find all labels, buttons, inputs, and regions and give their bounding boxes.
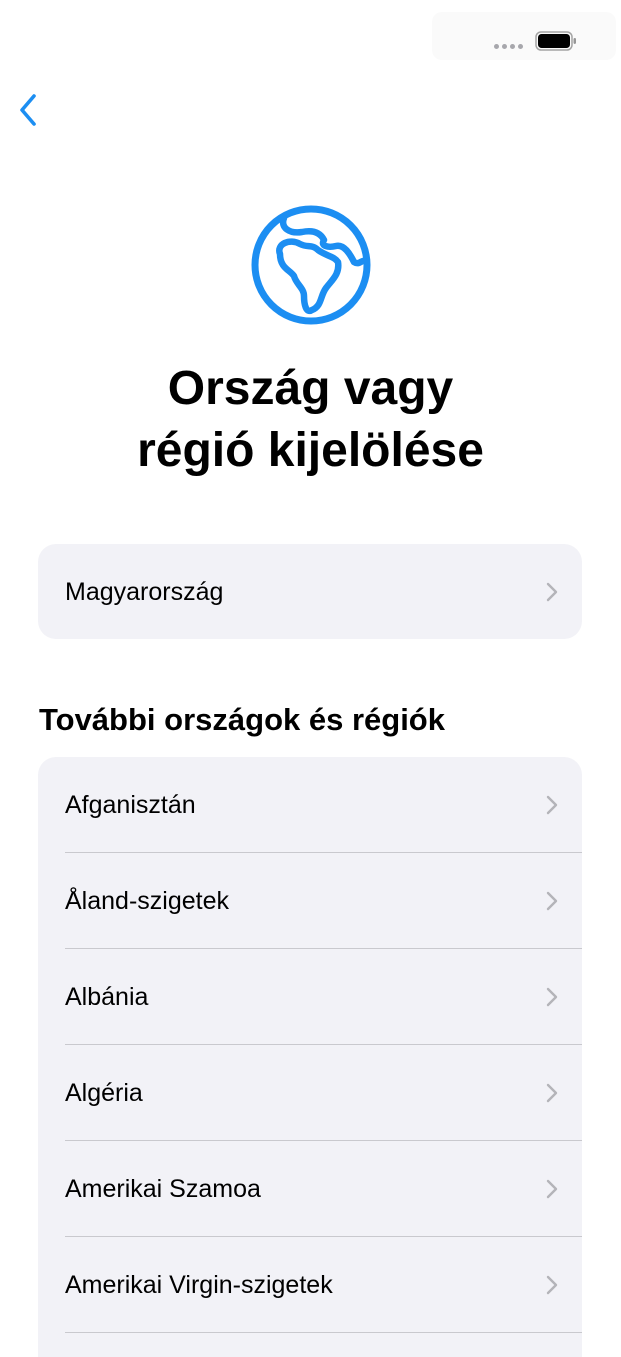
chevron-right-icon [546, 1083, 558, 1103]
list-item-label: Amerikai Virgin-szigetek [65, 1270, 333, 1299]
chevron-right-icon [546, 582, 558, 602]
region-list: Afganisztán Åland-szigetek Albánia Algér… [38, 757, 582, 1357]
chevron-left-icon [20, 94, 36, 126]
list-item[interactable]: Albánia [38, 949, 582, 1045]
chevron-right-icon [546, 1275, 558, 1295]
list-item-label: Åland-szigetek [65, 886, 229, 915]
list-item-label: Algéria [65, 1078, 143, 1107]
current-region-label: Magyarország [65, 577, 224, 606]
list-item[interactable]: Amerikai Szamoa [38, 1141, 582, 1237]
list-item[interactable]: Afganisztán [38, 757, 582, 853]
list-item[interactable]: Algéria [38, 1045, 582, 1141]
back-button[interactable] [8, 88, 48, 132]
list-item-label: Albánia [65, 982, 149, 1011]
chevron-right-icon [546, 987, 558, 1007]
chevron-right-icon [546, 795, 558, 815]
list-item-label: Amerikai Szamoa [65, 1174, 261, 1203]
status-indicator-background [432, 12, 616, 60]
list-item[interactable]: Amerikai Virgin-szigetek [38, 1237, 582, 1333]
current-region-card: Magyarország [38, 544, 582, 639]
chevron-right-icon [546, 1179, 558, 1199]
list-item[interactable]: Åland-szigetek [38, 853, 582, 949]
globe-africa-icon [251, 205, 371, 325]
list-item-label: Afganisztán [65, 790, 196, 819]
battery-icon [535, 31, 576, 51]
section-header: További országok és régiók [39, 702, 445, 737]
page-title: Ország vagy régió kijelölése [137, 362, 484, 477]
current-region-row[interactable]: Magyarország [38, 544, 582, 639]
chevron-right-icon [546, 891, 558, 911]
cellular-signal-icon [494, 44, 523, 49]
status-bar [0, 0, 621, 70]
